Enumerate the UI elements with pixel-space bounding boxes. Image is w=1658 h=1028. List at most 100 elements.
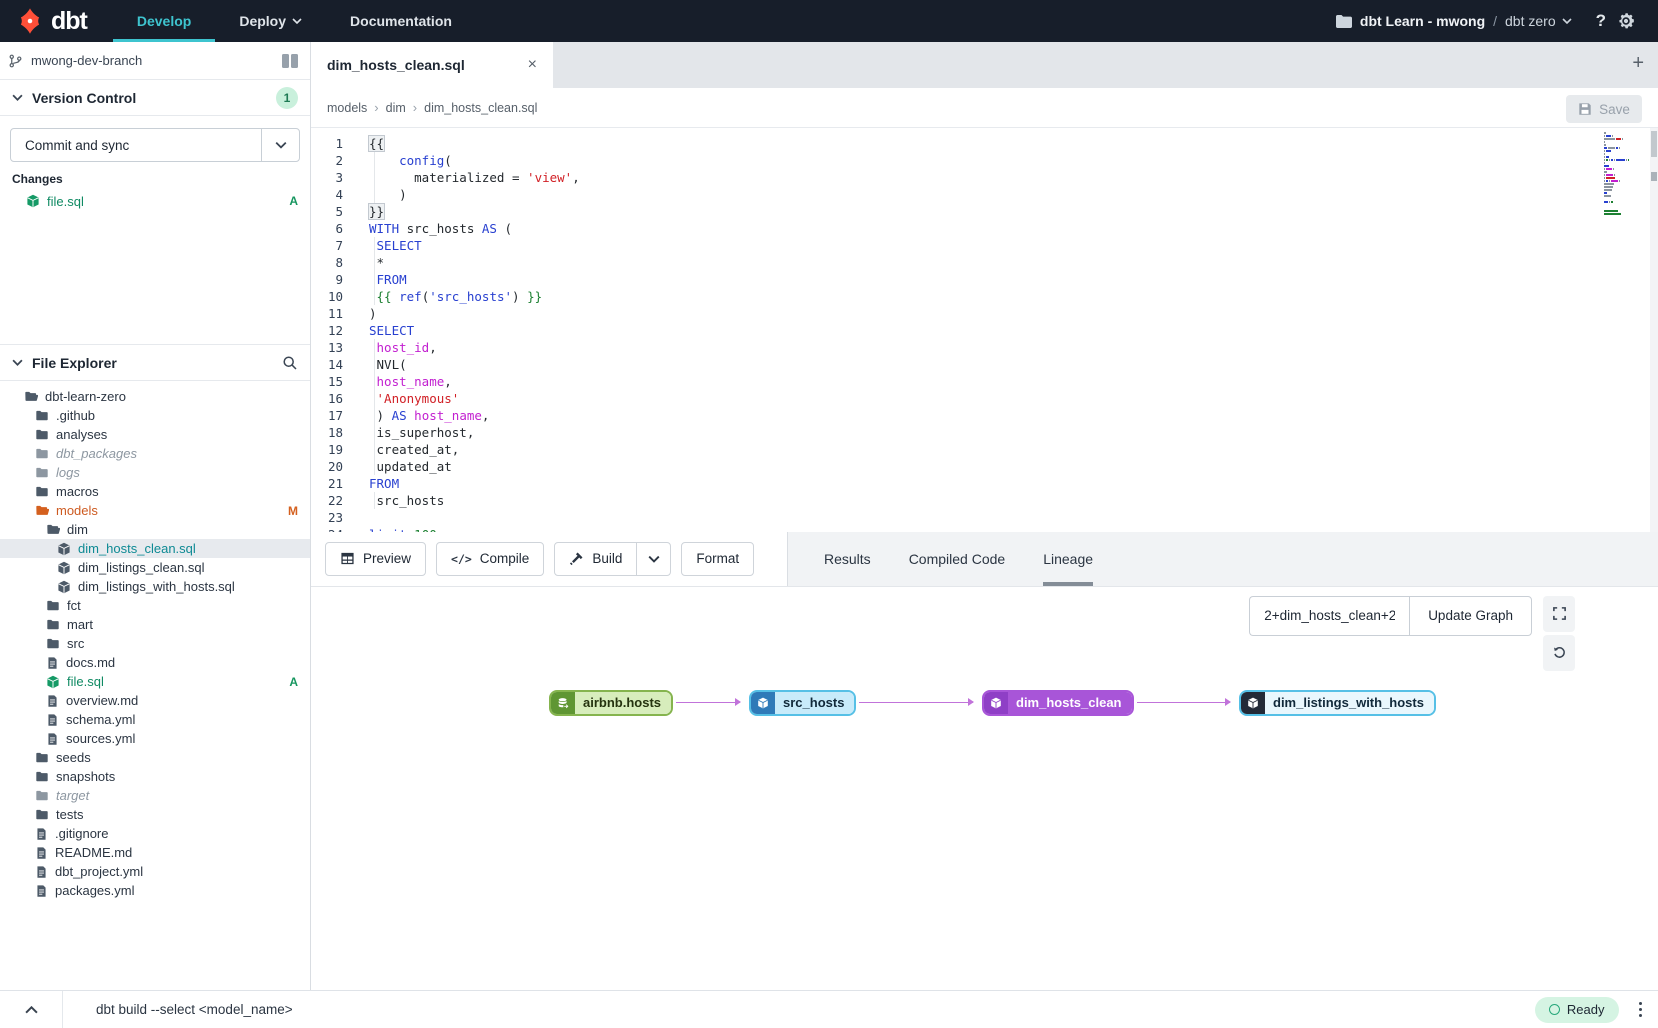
tree-item-analyses[interactable]: analyses [0, 425, 310, 444]
tree-item-fct[interactable]: fct [0, 596, 310, 615]
scrollbar-thumb[interactable] [1651, 131, 1657, 157]
code-line-18[interactable]: 18 is_superhost, [311, 424, 1658, 441]
command-input[interactable]: dbt build --select <model_name> [96, 1002, 293, 1017]
code-line-23[interactable]: 23 [311, 509, 1658, 526]
docs-book-icon[interactable] [282, 54, 298, 68]
kebab-menu[interactable] [1639, 1002, 1643, 1018]
tree-item-file.sql[interactable]: file.sqlA [0, 672, 310, 691]
tree-item-dim_listings_with_hosts.sql[interactable]: dim_listings_with_hosts.sql [0, 577, 310, 596]
tree-item-dim_listings_clean.sql[interactable]: dim_listings_clean.sql [0, 558, 310, 577]
code-line-2[interactable]: 2 config( [311, 152, 1658, 169]
tree-item-logs[interactable]: logs [0, 463, 310, 482]
code-line-7[interactable]: 7 SELECT [311, 237, 1658, 254]
gear-icon[interactable] [1616, 11, 1636, 31]
build-options-caret[interactable] [636, 543, 670, 575]
code-line-17[interactable]: 17 ) AS host_name, [311, 407, 1658, 424]
lineage-node-dim_hosts_clean[interactable]: dim_hosts_clean [982, 690, 1134, 716]
tree-item-src[interactable]: src [0, 634, 310, 653]
tree-item-README.md[interactable]: README.md [0, 843, 310, 862]
environment-selector[interactable]: dbt zero [1505, 13, 1572, 29]
line-number: 6 [311, 220, 355, 237]
code-line-10[interactable]: 10 {{ ref('src_hosts') }} [311, 288, 1658, 305]
tree-item-.gitignore[interactable]: .gitignore [0, 824, 310, 843]
help-icon[interactable]: ? [1596, 11, 1606, 31]
code-line-12[interactable]: 12SELECT [311, 322, 1658, 339]
tree-item-overview.md[interactable]: overview.md [0, 691, 310, 710]
lineage-node-dim_listings_with_hosts[interactable]: dim_listings_with_hosts [1239, 690, 1436, 716]
breadcrumb-item[interactable]: dim [386, 101, 406, 115]
tab-compiled-code[interactable]: Compiled Code [909, 532, 1006, 586]
fullscreen-button[interactable] [1543, 596, 1575, 632]
reset-view-button[interactable] [1543, 635, 1575, 671]
editor-tab-dim-hosts-clean[interactable]: dim_hosts_clean.sql × [311, 42, 553, 88]
code-line-14[interactable]: 14 NVL( [311, 356, 1658, 373]
preview-button[interactable]: Preview [325, 542, 426, 576]
tab-lineage[interactable]: Lineage [1043, 532, 1093, 586]
code-line-21[interactable]: 21FROM [311, 475, 1658, 492]
file-explorer-header[interactable]: File Explorer [0, 345, 310, 381]
tree-item-schema.yml[interactable]: schema.yml [0, 710, 310, 729]
compile-button[interactable]: </> Compile [436, 542, 544, 576]
breadcrumb-item[interactable]: models [327, 101, 367, 115]
code-editor[interactable]: 1{{2 config(3 materialized = 'view',4 )5… [311, 128, 1658, 532]
code-line-22[interactable]: 22 src_hosts [311, 492, 1658, 509]
breadcrumb-item[interactable]: dim_hosts_clean.sql [424, 101, 537, 115]
code-line-8[interactable]: 8 * [311, 254, 1658, 271]
tree-item-dbt-learn-zero[interactable]: dbt-learn-zero [0, 387, 310, 406]
tree-item-tests[interactable]: tests [0, 805, 310, 824]
git-status-badge: M [288, 504, 298, 518]
tree-item-seeds[interactable]: seeds [0, 748, 310, 767]
code-line-3[interactable]: 3 materialized = 'view', [311, 169, 1658, 186]
tree-item-mart[interactable]: mart [0, 615, 310, 634]
search-icon[interactable] [282, 355, 298, 371]
lineage-selector-input[interactable] [1249, 596, 1409, 636]
nav-item-documentation[interactable]: Documentation [326, 0, 476, 42]
changed-file-row[interactable]: file.sql A [0, 190, 310, 212]
editor-scrollbar[interactable] [1650, 128, 1658, 532]
new-tab-button[interactable]: + [1632, 52, 1644, 75]
tree-item-snapshots[interactable]: snapshots [0, 767, 310, 786]
format-button[interactable]: Format [681, 542, 754, 576]
lineage-node-airbnb.hosts[interactable]: airbnb.hosts [549, 690, 673, 716]
code-line-19[interactable]: 19 created_at, [311, 441, 1658, 458]
code-line-5[interactable]: 5}} [311, 203, 1658, 220]
account-switcher[interactable]: dbt Learn - mwong / dbt zero [1336, 13, 1572, 29]
tree-item-models[interactable]: modelsM [0, 501, 310, 520]
close-tab-icon[interactable]: × [528, 57, 537, 73]
tree-item-packages.yml[interactable]: packages.yml [0, 881, 310, 900]
code-line-24[interactable]: 24limit 100 [311, 526, 1658, 532]
tree-item-macros[interactable]: macros [0, 482, 310, 501]
code-line-9[interactable]: 9 FROM [311, 271, 1658, 288]
tree-item-dbt_packages[interactable]: dbt_packages [0, 444, 310, 463]
tree-item-dbt_project.yml[interactable]: dbt_project.yml [0, 862, 310, 881]
tree-item-sources.yml[interactable]: sources.yml [0, 729, 310, 748]
version-control-header[interactable]: Version Control 1 [0, 80, 310, 116]
code-line-6[interactable]: 6WITH src_hosts AS ( [311, 220, 1658, 237]
expand-panel-chevron[interactable] [0, 1006, 62, 1014]
code-line-16[interactable]: 16 'Anonymous' [311, 390, 1658, 407]
update-graph-button[interactable]: Update Graph [1409, 596, 1532, 636]
code-line-4[interactable]: 4 ) [311, 186, 1658, 203]
commit-and-sync-button[interactable]: Commit and sync [10, 128, 300, 162]
code-line-1[interactable]: 1{{ [311, 135, 1658, 152]
nav-item-develop[interactable]: Develop [113, 0, 215, 42]
commit-options-caret[interactable] [261, 129, 299, 161]
minimap[interactable] [1604, 132, 1640, 219]
code-line-11[interactable]: 11) [311, 305, 1658, 322]
tree-item-dim_hosts_clean.sql[interactable]: dim_hosts_clean.sql [0, 539, 310, 558]
tree-item-dim[interactable]: dim [0, 520, 310, 539]
dbt-logo[interactable]: dbt [0, 0, 113, 42]
lineage-node-src_hosts[interactable]: src_hosts [749, 690, 856, 716]
tree-item-target[interactable]: target [0, 786, 310, 805]
code-line-20[interactable]: 20 updated_at [311, 458, 1658, 475]
tree-item-.github[interactable]: .github [0, 406, 310, 425]
tab-results[interactable]: Results [824, 532, 871, 586]
commit-button-label[interactable]: Commit and sync [11, 129, 261, 161]
nav-item-deploy[interactable]: Deploy [215, 0, 326, 42]
build-button[interactable]: Build [555, 543, 636, 575]
code-line-15[interactable]: 15 host_name, [311, 373, 1658, 390]
save-button[interactable]: Save [1566, 95, 1642, 123]
tree-item-docs.md[interactable]: docs.md [0, 653, 310, 672]
code-line-13[interactable]: 13 host_id, [311, 339, 1658, 356]
code-text: SELECT [355, 322, 414, 339]
